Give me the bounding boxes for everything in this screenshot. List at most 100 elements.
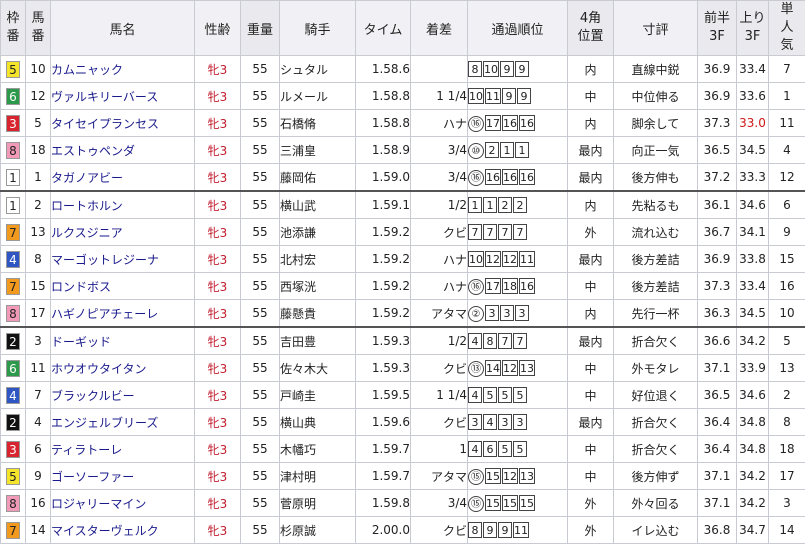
popularity-cell: 5 [768,326,805,355]
passing-order: ⑮ 15 12 13 [467,462,568,490]
margin-cell: 3/4 [410,489,468,517]
result-row: 1 2 ロートホルン 牝3 55 横山武 1.59.1 1/2 1 1 2 2 内先粘るも 36.1 34.… [0,190,805,219]
corner4-position: 外 [567,516,614,544]
corner4-position: 最内 [567,163,614,192]
passing-order: 1122 [467,190,568,219]
weight-cell: 55 [240,82,280,110]
last3f-cell: 33.4 [736,55,769,83]
margin-cell: ハナ [410,245,468,273]
result-row: 2 4 エンジェルブリーズ 牝3 55 横山典 1.59.6 クビ 3 4 3 3 最内 折合欠く 36.4… [0,408,805,436]
jockey-name: 津村明 [279,462,356,490]
result-row: 4 8 マーゴットレジーナ 牝3 55 北村宏 1.59.2 ハナ 10 12 12 11 最内 後方差詰… [0,245,805,273]
passing-box: 7 [513,224,527,240]
header-pos4: 4角 位置 [567,0,614,56]
last3f-cell: 34.6 [736,381,769,409]
sex-age: 牝3 [194,82,241,110]
passing-box: 11 [519,251,535,267]
passing-box: 12 [485,251,501,267]
sex-age: 牝3 [194,245,241,273]
header-weight: 重量 [240,0,280,56]
waku-cell: 5 [0,462,26,490]
time-cell: 1.59.7 [355,435,411,463]
weight-cell: 55 [240,136,280,164]
passing-box: 16 [519,277,535,294]
umaban-cell: 17 [25,299,51,328]
comment-cell: 向正一気 [613,136,698,164]
first3f-cell: 37.1 [697,354,737,382]
horse-name[interactable]: ロンドボス [50,272,195,300]
umaban-cell: 16 [25,489,51,517]
passing-order: ②333 [467,299,568,328]
passing-box: 12 [502,359,518,376]
horse-name[interactable]: エストゥペンダ [50,136,195,164]
jockey-name: 菅原明 [279,489,356,517]
horse-name[interactable]: ハギノピアチェーレ [50,299,195,328]
horse-name[interactable]: ヴァルキリーバース [50,82,195,110]
passing-box: 4 [468,333,482,349]
passing-box: 16 [519,114,535,131]
first3f-cell: 37.2 [697,163,737,192]
result-row: 8 18 エストゥペンダ 牝3 55 三浦皇 1.58.9 3/4 ⑩ 2 1 1 最内 向正一気 36.5… [0,136,805,164]
horse-name[interactable]: ルクスジニア [50,218,195,246]
weight-cell: 55 [240,245,280,273]
popularity-cell: 9 [768,218,805,246]
waku-cell: 1 [0,190,26,219]
passing-box: 3 [500,304,514,321]
horse-name[interactable]: ロートホルン [50,190,195,219]
first3f-cell: 37.3 [697,272,737,300]
horse-name[interactable]: ホウオウタイタン [50,354,195,382]
popularity-cell: 12 [768,163,805,192]
time-cell: 1.59.3 [355,326,411,355]
horse-name[interactable]: ゴーソーファー [50,462,195,490]
horse-name[interactable]: ティラトーレ [50,435,195,463]
waku-cell: 7 [0,516,26,544]
horse-name[interactable]: マイスターヴェルク [50,516,195,544]
umaban-cell: 6 [25,435,51,463]
jockey-name: 横山武 [279,190,356,219]
comment-cell: 外々回る [613,489,698,517]
passing-box: ⑬ [468,360,484,377]
horse-name[interactable]: ブラックルビー [50,381,195,409]
passing-box: 7 [483,224,497,240]
last3f-cell: 34.8 [736,435,769,463]
passing-box: 5 [513,441,527,457]
last3f-cell: 34.1 [736,218,769,246]
sex-age: 牝3 [194,354,241,382]
corner4-position: 最内 [567,408,614,436]
header-jockey: 騎手 [279,0,356,56]
time-cell: 1.58.9 [355,136,411,164]
margin-cell: クビ [410,354,468,382]
comment-cell: 後方伸も [613,163,698,192]
corner4-position: 最内 [567,136,614,164]
umaban-cell: 1 [25,163,51,192]
waku-badge: 4 [6,386,20,404]
time-cell: 1.58.6 [355,55,411,83]
passing-order: ⑯ 17 16 16 [467,109,568,137]
waku-cell: 1 [0,163,26,192]
waku-cell: 7 [0,218,26,246]
umaban-cell: 11 [25,354,51,382]
horse-name[interactable]: エンジェルブリーズ [50,408,195,436]
result-row: 4 7 ブラックルビー 牝3 55 戸崎圭 1.59.5 1 1/4 4 5 5 5 中好位退く 36.5… [0,381,805,409]
horse-name[interactable]: マーゴットレジーナ [50,245,195,273]
header-passing: 通過順位 [467,0,568,56]
time-cell: 1.59.8 [355,489,411,517]
first3f-cell: 37.1 [697,489,737,517]
jockey-name: 西塚洸 [279,272,356,300]
comment-cell: 後方差詰 [613,245,698,273]
popularity-cell: 1 [768,82,805,110]
time-cell: 1.59.2 [355,245,411,273]
horse-name[interactable]: カムニャック [50,55,195,83]
horse-name[interactable]: タガノアビー [50,163,195,192]
passing-box: 2 [498,197,512,213]
horse-name[interactable]: ロジャリーマイン [50,489,195,517]
result-row: 8 17 ハギノピアチェーレ 牝3 55 藤懸貴 1.59.2 アタマ ② 3 3 3 内先行一杯 36.… [0,299,805,328]
jockey-name: 杉原誠 [279,516,356,544]
horse-name[interactable]: ドーギッド [50,326,195,355]
horse-name[interactable]: タイセイプランセス [50,109,195,137]
waku-badge: 5 [6,467,20,485]
weight-cell: 55 [240,218,280,246]
umaban-cell: 14 [25,516,51,544]
last3f-cell: 34.2 [736,326,769,355]
header-horse: 馬名 [50,0,195,56]
